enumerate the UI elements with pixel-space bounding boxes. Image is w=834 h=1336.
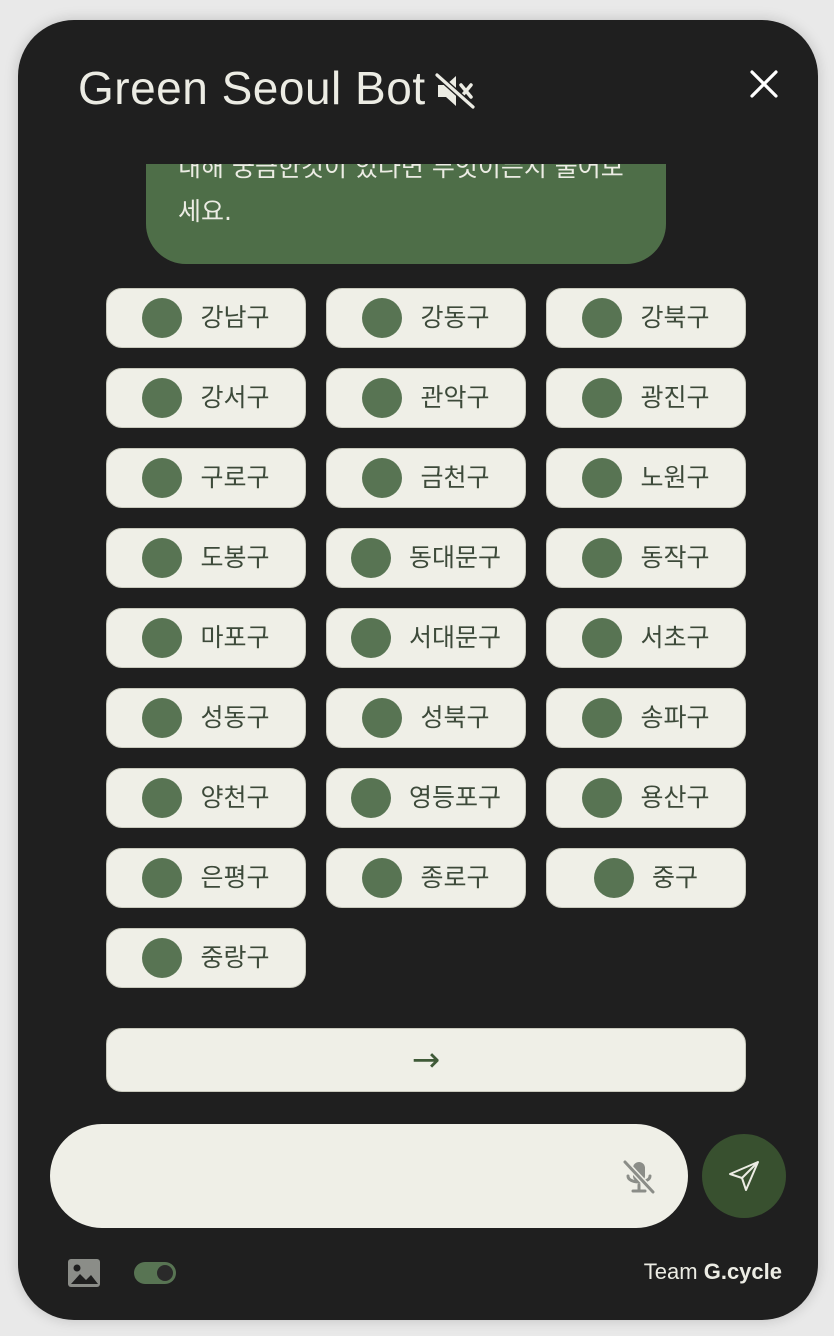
district-label: 송파구 bbox=[640, 703, 710, 732]
district-option[interactable]: 종로구 bbox=[326, 848, 526, 908]
district-label: 강북구 bbox=[640, 303, 710, 332]
radio-dot-icon bbox=[582, 618, 623, 658]
radio-dot-icon bbox=[142, 538, 183, 578]
radio-dot-icon bbox=[582, 538, 623, 578]
district-option[interactable]: 금천구 bbox=[326, 448, 526, 508]
district-label: 강남구 bbox=[200, 303, 270, 332]
radio-dot-icon bbox=[350, 618, 391, 658]
chat-area: 내해 궁금한것이 있다면 무엇이든지 물어보세요. 강남구 강동구 강북구강서구 관악… bbox=[18, 164, 818, 1114]
team-credit: Team G.cycle bbox=[644, 1258, 782, 1286]
district-option[interactable]: 성북구 bbox=[326, 688, 526, 748]
bot-message-text: 내해 궁금한것이 있다면 무엇이든지 물어보세요. bbox=[178, 164, 624, 226]
radio-dot-icon bbox=[362, 698, 403, 738]
district-label: 강동구 bbox=[420, 303, 490, 332]
radio-dot-icon bbox=[350, 538, 391, 578]
district-option[interactable]: 용산구 bbox=[546, 768, 746, 828]
radio-dot-icon bbox=[142, 778, 183, 818]
paper-plane-icon bbox=[729, 1161, 759, 1191]
district-option[interactable]: 광진구 bbox=[546, 368, 746, 428]
district-option[interactable]: 구로구 bbox=[106, 448, 306, 508]
district-label: 관악구 bbox=[420, 383, 490, 412]
district-option[interactable]: 노원구 bbox=[546, 448, 746, 508]
district-label: 영등포구 bbox=[408, 783, 501, 812]
mode-toggle[interactable] bbox=[134, 1262, 176, 1284]
district-option[interactable]: 마포구 bbox=[106, 608, 306, 668]
district-label: 성동구 bbox=[200, 703, 270, 732]
district-option[interactable]: 강서구 bbox=[106, 368, 306, 428]
district-label: 중구 bbox=[651, 863, 698, 892]
radio-dot-icon bbox=[142, 618, 183, 658]
district-label: 동작구 bbox=[640, 543, 710, 572]
district-option[interactable]: 영등포구 bbox=[326, 768, 526, 828]
radio-dot-icon bbox=[142, 938, 183, 978]
message-input-container bbox=[50, 1124, 688, 1228]
district-option[interactable]: 서초구 bbox=[546, 608, 746, 668]
district-option[interactable]: 송파구 bbox=[546, 688, 746, 748]
radio-dot-icon bbox=[350, 778, 391, 818]
district-label: 성북구 bbox=[420, 703, 490, 732]
bot-title: Green Seoul Bot bbox=[78, 62, 426, 114]
radio-dot-icon bbox=[362, 378, 403, 418]
radio-dot-icon bbox=[142, 458, 183, 498]
radio-dot-icon bbox=[142, 378, 183, 418]
microphone-muted-icon[interactable] bbox=[620, 1158, 658, 1196]
next-arrow-label: → bbox=[411, 1040, 441, 1080]
district-label: 노원구 bbox=[640, 463, 710, 492]
radio-dot-icon bbox=[593, 858, 634, 898]
chatbot-window: Green Seoul Bot 내해 궁금한것이 있다면 무엇이든지 물어보세요… bbox=[18, 20, 818, 1320]
district-label: 구로구 bbox=[200, 463, 270, 492]
district-option[interactable]: 동대문구 bbox=[326, 528, 526, 588]
speaker-muted-icon[interactable] bbox=[434, 70, 476, 112]
message-input[interactable] bbox=[86, 1154, 610, 1200]
district-label: 강서구 bbox=[200, 383, 270, 412]
credit-team-name: G.cycle bbox=[703, 1259, 782, 1284]
district-label: 서초구 bbox=[640, 623, 710, 652]
radio-dot-icon bbox=[362, 858, 403, 898]
radio-dot-icon bbox=[362, 298, 403, 338]
chat-header: Green Seoul Bot bbox=[18, 20, 818, 160]
radio-dot-icon bbox=[362, 458, 403, 498]
radio-dot-icon bbox=[582, 378, 623, 418]
district-option[interactable]: 양천구 bbox=[106, 768, 306, 828]
district-label: 광진구 bbox=[640, 383, 710, 412]
district-option[interactable]: 도봉구 bbox=[106, 528, 306, 588]
district-option[interactable]: 중랑구 bbox=[106, 928, 306, 988]
district-label: 용산구 bbox=[640, 783, 710, 812]
radio-dot-icon bbox=[582, 298, 623, 338]
district-label: 서대문구 bbox=[408, 623, 501, 652]
district-label: 양천구 bbox=[200, 783, 270, 812]
district-option[interactable]: 서대문구 bbox=[326, 608, 526, 668]
toggle-knob bbox=[157, 1265, 173, 1281]
district-option[interactable]: 강남구 bbox=[106, 288, 306, 348]
district-label: 중랑구 bbox=[200, 943, 270, 972]
district-options: 강남구 강동구 강북구강서구 관악구 광진구구로구 금천구 노원구도봉구 동대문구 동작구마포구… bbox=[106, 288, 746, 988]
radio-dot-icon bbox=[582, 458, 623, 498]
bot-message-bubble: 내해 궁금한것이 있다면 무엇이든지 물어보세요. bbox=[146, 164, 666, 264]
district-option[interactable]: 강북구 bbox=[546, 288, 746, 348]
close-icon[interactable] bbox=[744, 64, 784, 104]
send-button[interactable] bbox=[702, 1134, 786, 1218]
district-label: 동대문구 bbox=[408, 543, 501, 572]
district-label: 금천구 bbox=[420, 463, 490, 492]
district-label: 종로구 bbox=[420, 863, 490, 892]
radio-dot-icon bbox=[142, 298, 183, 338]
district-option[interactable]: 관악구 bbox=[326, 368, 526, 428]
district-option[interactable]: 은평구 bbox=[106, 848, 306, 908]
district-label: 도봉구 bbox=[200, 543, 270, 572]
credit-prefix: Team bbox=[643, 1259, 698, 1284]
radio-dot-icon bbox=[142, 698, 183, 738]
radio-dot-icon bbox=[142, 858, 183, 898]
radio-dot-icon bbox=[582, 778, 623, 818]
next-button[interactable]: → bbox=[106, 1028, 746, 1092]
district-option[interactable]: 성동구 bbox=[106, 688, 306, 748]
district-option[interactable]: 동작구 bbox=[546, 528, 746, 588]
district-option[interactable]: 중구 bbox=[546, 848, 746, 908]
district-label: 은평구 bbox=[200, 863, 270, 892]
district-label: 마포구 bbox=[200, 623, 270, 652]
district-option[interactable]: 강동구 bbox=[326, 288, 526, 348]
radio-dot-icon bbox=[582, 698, 623, 738]
image-icon[interactable] bbox=[66, 1256, 102, 1290]
